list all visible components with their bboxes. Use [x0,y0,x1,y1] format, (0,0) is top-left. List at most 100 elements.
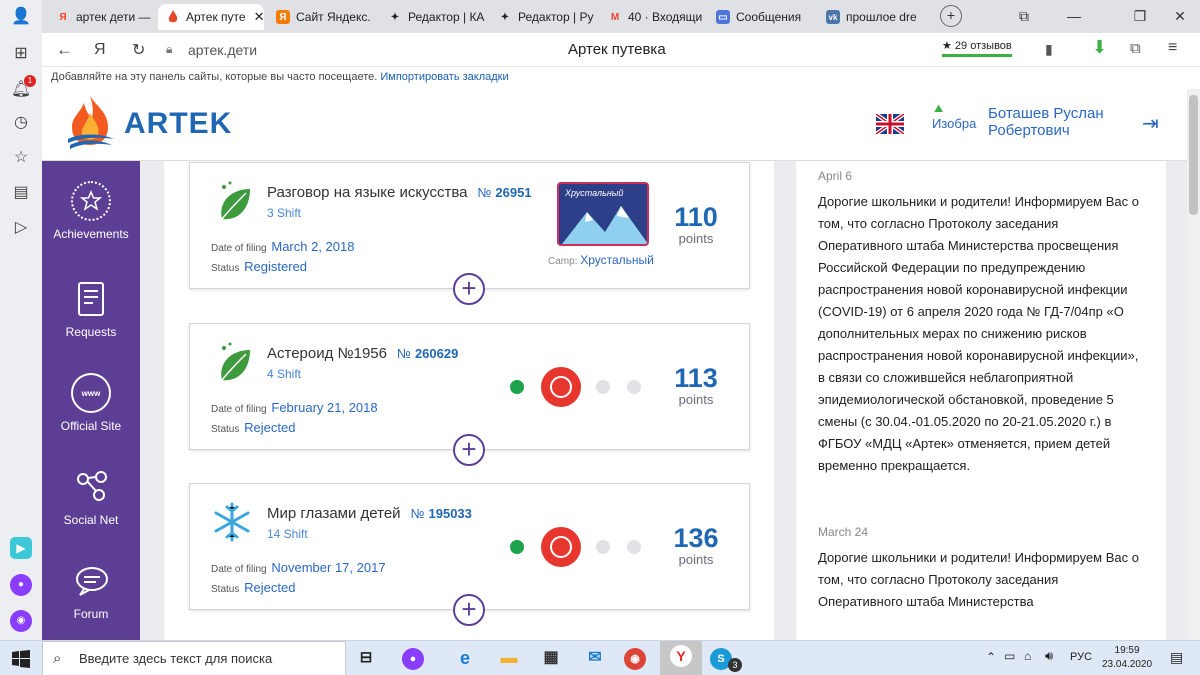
star-icon[interactable]: ☆ [10,147,32,169]
broken-image-icon: ⛰ [934,103,944,115]
edge-browser-icon[interactable]: e [452,646,478,670]
mail-icon[interactable]: ✉ [582,646,608,670]
artek-site: ARTEK ⛰ Изобра Боташев Руслан Робертович ⇥… [42,89,1187,640]
alice-taskbar-icon[interactable]: ● [402,648,424,670]
nav-requests[interactable]: Requests [42,279,140,339]
yandex-browser-taskbar-icon[interactable]: Y [660,641,702,675]
network-icon[interactable]: ⌂ [1024,649,1031,663]
menu-icon[interactable]: ≡ [1168,39,1177,57]
scrollbar-thumb[interactable] [1189,95,1198,215]
news-panel: April 6 Дорогие школьники и родители! Ин… [796,161,1166,640]
task-view-icon[interactable]: ⊟ [353,646,379,670]
step-pending-dot [596,380,610,394]
nav-official-site[interactable]: www Official Site [42,373,140,433]
nav-social-net[interactable]: Social Net [42,467,140,527]
social-network-icon [71,467,111,507]
reload-icon[interactable]: ↻ [132,40,145,60]
lock-icon[interactable]: 🔒︎ [166,42,172,57]
expand-button[interactable]: + [453,273,485,305]
points-box: 110 points [674,202,718,246]
minimize-button[interactable]: — [1062,6,1086,26]
restore-button[interactable]: ❐ [1128,6,1152,26]
history-clock-icon[interactable]: ◷ [10,112,32,134]
artek-logo-icon[interactable] [64,95,116,151]
english-flag-icon[interactable] [876,114,904,134]
tab-manager-icon[interactable]: ⧉ [1012,6,1036,26]
nav-achievements[interactable]: Achievements [42,181,140,241]
new-tab-button[interactable]: + [940,5,962,27]
messenger-icon[interactable]: ▶ [10,537,32,559]
tab-gmail[interactable]: M 40 · Входящи [600,4,706,30]
extension-icon[interactable]: ⧉ [1130,40,1141,57]
request-status: Status Registered [211,259,308,274]
chat-icon: ▭ [716,10,730,24]
browser-sidebar: 👤 ⊞ 🔔︎ 1 ◷ ☆ ▤ ▷ ▶ ● ◉ [0,0,42,640]
alice-icon[interactable]: ● [10,574,32,596]
snowflake-icon [214,502,250,542]
request-card[interactable]: Мир глазами детей № 195033 14 Shift Date o… [189,483,750,626]
news-text: Дорогие школьники и родители! Информируе… [818,550,1139,609]
close-tab-icon[interactable]: ✕ [254,9,264,25]
forum-chat-icon [71,561,111,601]
chevron-up-icon[interactable]: ⌃ [986,650,996,664]
page-title: Артек путевка [568,41,666,58]
browser-tab-bar: Яартек дети — Артек путе ✕ Я Сайт Яндекс. … [0,0,1200,33]
import-bookmarks-link[interactable]: Импортировать закладки [380,71,508,83]
voice-assistant-icon[interactable]: ◉ [10,610,32,632]
apps-grid-icon[interactable]: ⊞ [10,43,32,65]
expand-button[interactable]: + [453,594,485,626]
back-arrow-icon[interactable]: ← [56,40,73,60]
expand-button[interactable]: + [453,434,485,466]
notes-icon[interactable]: ▤ [10,182,32,204]
tab-artek-putevka[interactable]: Артек путе ✕ [158,4,264,30]
taskbar-search-input[interactable]: ⌕ Введите здесь текст для поиска [42,641,346,675]
points-box: 136 points [673,523,719,567]
user-name[interactable]: Боташев Руслан Робертович [988,105,1104,139]
news-text: Дорогие школьники и родители! Информируе… [818,194,1139,473]
rejected-status-icon [541,527,581,567]
volume-icon[interactable]: 🔊︎ [1045,648,1053,664]
rejected-status-icon [541,367,581,407]
close-window-button[interactable]: ✕ [1168,6,1192,26]
avatar[interactable]: ⛰ Изобра [932,103,982,143]
tab-editor-ka[interactable]: ✦ Редактор | КА [380,4,488,30]
profile-icon[interactable]: 👤 [10,6,32,28]
nav-forum[interactable]: Forum [42,561,140,621]
points-box: 113 points [674,363,718,407]
chrome-icon[interactable]: ◉ [624,648,646,670]
artek-flame-icon [166,10,180,24]
tab-editor-ru[interactable]: ✦ Редактор | Ру [490,4,598,30]
request-card[interactable]: Астероид №1956 № 260629 4 Shift Date of fi… [189,323,750,466]
site-logo-text[interactable]: ARTEK [124,107,232,141]
yandex-home-icon[interactable]: Я [94,41,106,59]
tab-artek-search[interactable]: Яартек дети — [48,4,156,30]
shift-label: 4 Shift [267,367,302,381]
news-date: April 6 [818,169,853,183]
tab-messages[interactable]: ▭ Сообщения [708,4,814,30]
notifications-icon[interactable]: ▤ [1170,649,1183,666]
page-scrollbar[interactable] [1187,89,1200,640]
gmail-icon: M [610,11,620,23]
site-nav: Achievements Requests www Official Site … [42,161,140,640]
tab-vk[interactable]: vk прошлое dre [818,4,926,30]
language-indicator[interactable]: РУС [1070,651,1092,663]
request-title: Астероид №1956 № 260629 [267,345,459,362]
play-icon[interactable]: ▷ [10,217,32,239]
battery-icon[interactable]: ▭ [1004,649,1015,663]
vk-icon: vk [826,10,840,24]
clock[interactable]: 19:59 23.04.2020 [1102,644,1152,672]
leaf-icon [221,342,250,381]
file-explorer-icon[interactable]: ▬ [496,646,522,670]
download-icon[interactable]: ⬇ [1092,37,1107,58]
shift-label: 3 Shift [267,206,302,220]
reviews-badge[interactable]: ★ 29 отзывов [942,39,1012,57]
bookmark-icon[interactable]: ▮ [1045,41,1053,58]
step-done-dot [510,540,524,554]
windows-start-icon[interactable] [12,650,30,668]
tab-yandex-site[interactable]: Я Сайт Яндекс. [268,4,378,30]
bell-icon[interactable]: 🔔︎ 1 [10,75,36,101]
request-card[interactable]: Разговор на языке искусства № 26951 3 Shif… [189,162,750,305]
logout-icon[interactable]: ⇥ [1142,111,1159,136]
url-field[interactable]: артек.дети [188,42,257,58]
store-icon[interactable]: ▦ [538,646,564,670]
